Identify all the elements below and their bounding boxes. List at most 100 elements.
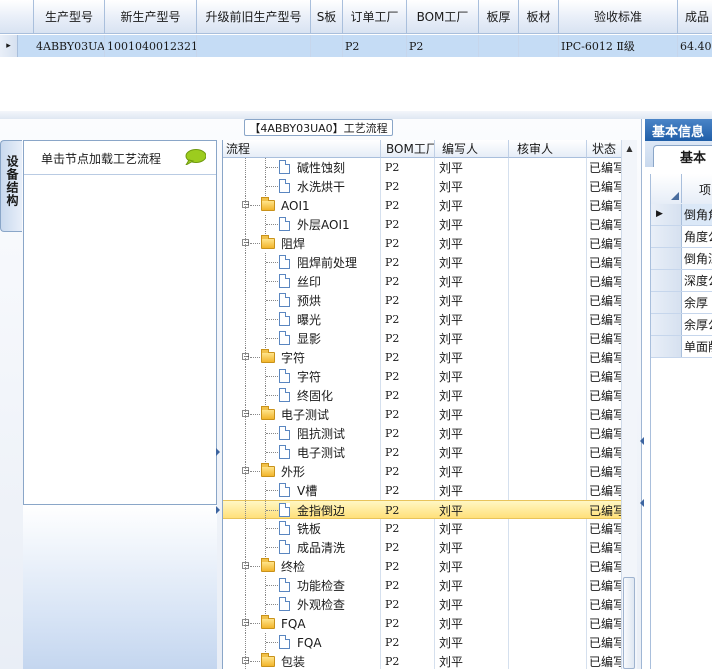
col-header-process[interactable]: 流程 (223, 140, 381, 158)
tree-row[interactable]: − 阻焊 P2 刘平 已编写 (223, 234, 623, 253)
subtab-basic[interactable]: 基本 (653, 145, 712, 167)
cell-old-product-model[interactable] (197, 35, 311, 57)
bom-factory-cell[interactable]: P2 (385, 443, 433, 462)
process-name[interactable]: 外观检查 (297, 595, 379, 614)
process-name[interactable]: 预烘 (297, 291, 379, 310)
reviewer-cell[interactable] (513, 196, 585, 215)
tree-row[interactable]: − 外形 P2 刘平 已编写 (223, 462, 623, 481)
author-cell[interactable]: 刘平 (439, 633, 507, 652)
author-cell[interactable]: 刘平 (439, 595, 507, 614)
author-cell[interactable]: 刘平 (439, 501, 507, 520)
process-name[interactable]: 外形 (281, 462, 379, 481)
splitter-grip-icon[interactable] (216, 448, 220, 514)
bom-factory-cell[interactable]: P2 (385, 481, 433, 500)
tree-row[interactable]: 外层AOI1 P2 刘平 已编写 (223, 215, 623, 234)
process-name[interactable]: 终固化 (297, 386, 379, 405)
process-name[interactable]: 包装 (281, 652, 379, 669)
col-header-author[interactable]: 编写人 (435, 140, 509, 158)
status-cell[interactable]: 已编写 (589, 367, 623, 386)
bom-factory-cell[interactable]: P2 (385, 272, 433, 291)
author-cell[interactable]: 刘平 (439, 329, 507, 348)
col-header-reviewer[interactable]: 核审人 (509, 140, 587, 158)
bom-factory-cell[interactable]: P2 (385, 557, 433, 576)
tree-row[interactable]: 显影 P2 刘平 已编写 (223, 329, 623, 348)
reviewer-cell[interactable] (513, 158, 585, 177)
author-cell[interactable]: 刘平 (439, 158, 507, 177)
process-name[interactable]: 碱性蚀刻 (297, 158, 379, 177)
tree-row[interactable]: 功能检查 P2 刘平 已编写 (223, 576, 623, 595)
author-cell[interactable]: 刘平 (439, 367, 507, 386)
status-cell[interactable]: 已编写 (589, 348, 623, 367)
author-cell[interactable]: 刘平 (439, 234, 507, 253)
bom-factory-cell[interactable]: P2 (385, 386, 433, 405)
reviewer-cell[interactable] (513, 405, 585, 424)
info-row[interactable]: 余厚 (651, 292, 712, 314)
reviewer-cell[interactable] (513, 614, 585, 633)
process-name[interactable]: 阻焊 (281, 234, 379, 253)
info-row[interactable]: 角度公 (651, 226, 712, 248)
author-cell[interactable]: 刘平 (439, 405, 507, 424)
tree-row[interactable]: 终固化 P2 刘平 已编写 (223, 386, 623, 405)
author-cell[interactable]: 刘平 (439, 576, 507, 595)
cell-product-model[interactable]: 4ABBY03UA0 (34, 35, 105, 57)
status-cell[interactable]: 已编写 (589, 272, 623, 291)
reviewer-cell[interactable] (513, 234, 585, 253)
process-name[interactable]: 金指倒边 (297, 501, 379, 520)
info-row[interactable]: 余厚公 (651, 314, 712, 336)
vertical-scrollbar[interactable]: ▲ (621, 140, 637, 669)
cell-board-thickness[interactable] (479, 35, 519, 57)
status-cell[interactable]: 已编写 (589, 386, 623, 405)
tree-row[interactable]: 字符 P2 刘平 已编写 (223, 367, 623, 386)
col-header-bom-factory[interactable]: BOM工厂 (407, 0, 479, 34)
info-row[interactable]: 深度公 (651, 270, 712, 292)
reviewer-cell[interactable] (513, 253, 585, 272)
reviewer-cell[interactable] (513, 443, 585, 462)
status-cell[interactable]: 已编写 (589, 443, 623, 462)
reviewer-cell[interactable] (513, 291, 585, 310)
reviewer-cell[interactable] (513, 538, 585, 557)
bom-factory-cell[interactable]: P2 (385, 158, 433, 177)
row-header[interactable] (651, 292, 682, 313)
reviewer-cell[interactable] (513, 652, 585, 669)
status-cell[interactable]: 已编写 (589, 576, 623, 595)
info-row[interactable]: ▶ 倒角角 (651, 204, 712, 226)
author-cell[interactable]: 刘平 (439, 310, 507, 329)
status-cell[interactable]: 已编写 (589, 481, 623, 500)
tree-row[interactable]: 外观检查 P2 刘平 已编写 (223, 595, 623, 614)
process-name[interactable]: 曝光 (297, 310, 379, 329)
row-header[interactable] (651, 248, 682, 269)
row-header[interactable] (651, 226, 682, 247)
status-cell[interactable]: 已编写 (589, 595, 623, 614)
tree-row[interactable]: − 终检 P2 刘平 已编写 (223, 557, 623, 576)
scroll-up-icon[interactable]: ▲ (622, 140, 637, 157)
cell-bom-factory[interactable]: P2 (407, 35, 479, 57)
tree-row[interactable]: 阻抗测试 P2 刘平 已编写 (223, 424, 623, 443)
author-cell[interactable]: 刘平 (439, 519, 507, 538)
info-row[interactable]: 倒角深 (651, 248, 712, 270)
col-header-item[interactable]: 项 (699, 181, 711, 198)
bom-factory-cell[interactable]: P2 (385, 652, 433, 669)
process-name[interactable]: 阻抗测试 (297, 424, 379, 443)
process-name[interactable]: 丝印 (297, 272, 379, 291)
tree-row[interactable]: − AOI1 P2 刘平 已编写 (223, 196, 623, 215)
process-name[interactable]: 阻焊前处理 (297, 253, 379, 272)
bom-factory-cell[interactable]: P2 (385, 595, 433, 614)
process-name[interactable]: 铣板 (297, 519, 379, 538)
author-cell[interactable]: 刘平 (439, 386, 507, 405)
process-name[interactable]: FQA (281, 614, 379, 633)
status-cell[interactable]: 已编写 (589, 215, 623, 234)
tree-row[interactable]: 金指倒边 P2 刘平 已编写 (223, 500, 623, 520)
status-cell[interactable]: 已编写 (589, 253, 623, 272)
reviewer-cell[interactable] (513, 424, 585, 443)
status-cell[interactable]: 已编写 (589, 614, 623, 633)
col-header-bom-factory[interactable]: BOM工厂 (381, 140, 435, 158)
cell-order-factory[interactable]: P2 (343, 35, 407, 57)
col-header-product-model[interactable]: 生产型号 (34, 0, 105, 34)
tree-row[interactable]: 曝光 P2 刘平 已编写 (223, 310, 623, 329)
col-header-s-board[interactable]: S板 (311, 0, 343, 34)
load-workflow-hint[interactable]: 单击节点加载工艺流程 (41, 150, 161, 167)
row-header[interactable] (651, 336, 682, 357)
status-cell[interactable]: 已编写 (589, 177, 623, 196)
status-cell[interactable]: 已编写 (589, 652, 623, 669)
reviewer-cell[interactable] (513, 557, 585, 576)
